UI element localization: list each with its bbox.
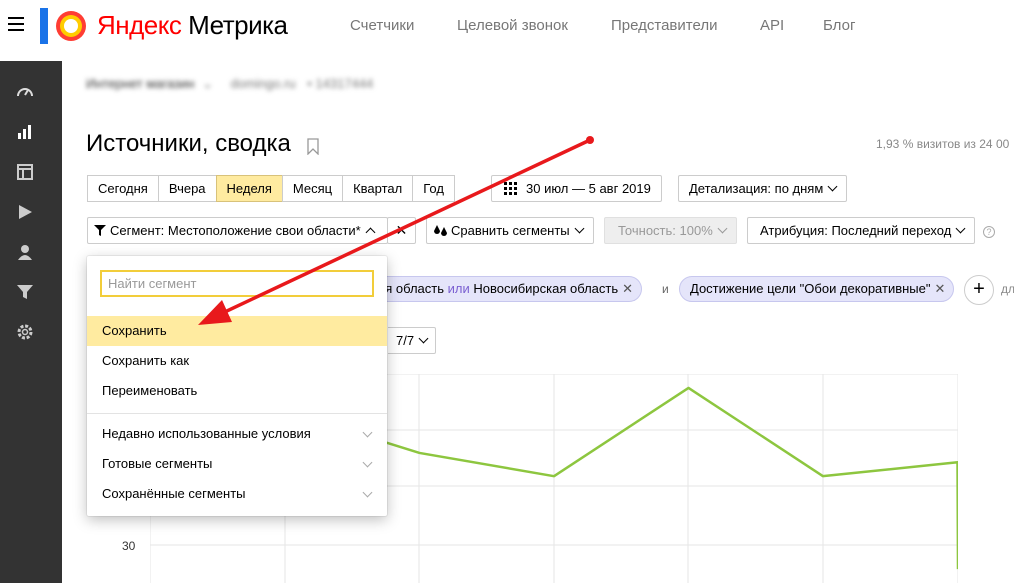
breadcrumb-domain: domingo.ru — [230, 76, 296, 91]
attribution-dropdown[interactable]: Атрибуция: Последний переход — [747, 217, 976, 244]
compare-segments-label: Сравнить сегменты — [451, 223, 570, 238]
menu-item-rename[interactable]: Переименовать — [87, 376, 387, 406]
chevron-down-icon — [717, 223, 728, 234]
segment-label: Сегмент: Местоположение свои области* — [110, 223, 361, 238]
close-icon: ✕ — [395, 222, 408, 238]
chevron-down-icon — [362, 427, 373, 438]
y-axis-tick: 30 — [122, 539, 136, 553]
user-icon[interactable] — [15, 242, 35, 262]
logo-metrika-text: Метрика — [181, 10, 288, 40]
sidebar — [0, 61, 62, 583]
filter-icon[interactable] — [15, 282, 35, 302]
chevron-down-icon — [418, 333, 429, 344]
date-range-label: 30 июл — 5 авг 2019 — [526, 181, 651, 196]
segment-menu: Сохранить Сохранить как Переименовать Не… — [87, 256, 387, 516]
accuracy-label: Точность: 100% — [618, 223, 713, 238]
chevron-down-icon: ⌄ — [202, 76, 213, 91]
truncated-label: дл — [1001, 282, 1014, 296]
logo-title[interactable]: Яндекс Метрика — [97, 10, 288, 41]
series-count: 7/7 — [396, 333, 415, 348]
period-tabs: Сегодня Вчера Неделя Месяц Квартал Год — [87, 175, 455, 202]
menu-group-recent[interactable]: Недавно использованные условия — [87, 419, 387, 449]
close-icon[interactable]: ✕ — [934, 281, 945, 296]
nav-representatives[interactable]: Представители — [611, 17, 717, 34]
menu-item-save-as[interactable]: Сохранить как — [87, 346, 387, 376]
segment-chip-goal[interactable]: Достижение цели "Обои декоративные" ✕ — [679, 276, 955, 302]
breadcrumb-site-type[interactable]: Интернет магазин — [86, 76, 194, 91]
menu-group-ready-label: Готовые сегменты — [102, 456, 213, 471]
period-yesterday[interactable]: Вчера — [157, 175, 216, 202]
dashboard-icon[interactable] — [15, 82, 35, 102]
breadcrumb-counter: • 14317444 — [307, 76, 374, 91]
menu-group-ready[interactable]: Готовые сегменты — [87, 449, 387, 479]
close-icon[interactable]: ✕ — [622, 281, 633, 296]
chevron-down-icon — [362, 457, 373, 468]
detail-label: Детализация: по дням — [689, 181, 824, 196]
gear-icon[interactable] — [15, 322, 35, 342]
chip-or-word: или — [447, 281, 470, 296]
menu-group-saved[interactable]: Сохранённые сегменты — [87, 479, 387, 509]
period-week[interactable]: Неделя — [215, 175, 282, 202]
compare-segments-button[interactable]: Сравнить сегменты — [426, 217, 594, 244]
menu-group-recent-label: Недавно использованные условия — [102, 426, 311, 441]
layout-icon[interactable] — [15, 162, 35, 182]
compare-drops-icon — [434, 225, 447, 236]
period-quarter[interactable]: Квартал — [342, 175, 413, 202]
chevron-down-icon — [955, 223, 966, 234]
play-icon[interactable] — [15, 202, 35, 222]
menu-icon[interactable] — [8, 17, 24, 31]
chevron-up-icon — [365, 227, 376, 238]
series-selector[interactable]: 7/7 — [388, 327, 437, 354]
nav-counters[interactable]: Счетчики — [350, 17, 414, 34]
and-connector: и — [662, 282, 669, 296]
add-condition-button[interactable]: + — [964, 275, 994, 305]
page-title: Источники, сводка — [86, 130, 291, 157]
date-range-button[interactable]: 30 июл — 5 авг 2019 — [491, 175, 662, 202]
detail-dropdown[interactable]: Детализация: по дням — [678, 175, 848, 202]
filter-icon — [94, 225, 106, 236]
reports-icon[interactable] — [15, 122, 35, 142]
segment-button[interactable]: Сегмент: Местоположение свои области* — [87, 217, 388, 244]
metrika-logo-icon[interactable] — [40, 8, 88, 44]
top-bar: Яндекс Метрика Счетчики Целевой звонок П… — [0, 0, 1014, 52]
menu-group-saved-label: Сохранённые сегменты — [102, 486, 246, 501]
chevron-down-icon — [827, 181, 838, 192]
nav-blog[interactable]: Блог — [823, 17, 855, 34]
segment-search-input[interactable] — [100, 270, 374, 297]
chip-goal-text: Достижение цели "Обои декоративные" — [690, 281, 931, 296]
help-icon[interactable]: ? — [983, 226, 995, 238]
accuracy-button[interactable]: Точность: 100% — [604, 217, 737, 244]
segment-chip-regions[interactable]: кая область или Новосибирская область ✕ — [360, 276, 643, 302]
calendar-icon — [504, 182, 517, 195]
breadcrumb: Интернет магазин ⌄ domingo.ru • 14317444 — [86, 76, 373, 96]
nav-call-tracking[interactable]: Целевой звонок — [457, 17, 568, 34]
plus-icon: + — [973, 278, 985, 300]
logo-yandex-text: Яндекс — [97, 10, 182, 40]
menu-divider — [87, 413, 387, 414]
chevron-down-icon — [362, 487, 373, 498]
menu-item-save[interactable]: Сохранить — [87, 316, 387, 346]
chevron-down-icon — [574, 223, 585, 234]
period-today[interactable]: Сегодня — [87, 175, 158, 202]
period-year[interactable]: Год — [412, 175, 455, 202]
bookmark-icon[interactable] — [307, 138, 319, 155]
chip-region-text-2: Новосибирская область — [469, 281, 619, 296]
clear-segment-button[interactable]: ✕ — [387, 217, 416, 244]
visits-share-note: 1,93 % визитов из 24 00 — [876, 137, 1010, 151]
period-month[interactable]: Месяц — [281, 175, 343, 202]
nav-api[interactable]: API — [760, 17, 784, 34]
attribution-label: Атрибуция: Последний переход — [760, 223, 952, 238]
